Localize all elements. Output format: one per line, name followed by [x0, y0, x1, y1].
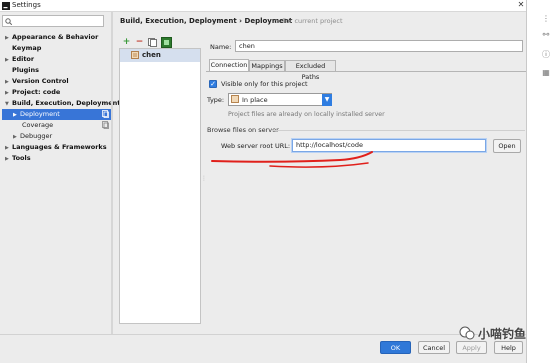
copy-settings-icon — [102, 110, 109, 118]
sidebar-item-build[interactable]: ▼ Build, Execution, Deployment — [5, 98, 120, 109]
section-divider — [272, 130, 525, 131]
tabs-divider — [206, 71, 526, 72]
sidebar-item-tools[interactable]: ▶ Tools — [5, 153, 31, 164]
name-field[interactable]: chen — [235, 40, 523, 52]
chevron-right-icon: ▶ — [5, 57, 9, 63]
sidebar-item-deployment[interactable]: ▶ Deployment — [13, 109, 60, 120]
type-hint: Project files are already on locally ins… — [228, 111, 385, 118]
apply-button[interactable]: Apply — [456, 341, 487, 354]
add-server-icon[interactable]: + — [122, 38, 131, 47]
server-icon — [131, 51, 139, 59]
server-type-icon — [231, 95, 239, 103]
scope-label: ▭ For current project — [274, 17, 343, 25]
type-label: Type: — [207, 96, 225, 104]
sidebar-item-appearance[interactable]: ▶ Appearance & Behavior — [5, 32, 98, 43]
sidebar-item-version-control[interactable]: ▶ Version Control — [5, 76, 69, 87]
close-icon[interactable]: ✕ — [516, 0, 526, 10]
sidebar-item-project[interactable]: ▶ Project: code — [5, 87, 60, 98]
sidebar-splitter[interactable] — [111, 12, 113, 363]
default-server-icon[interactable] — [161, 37, 172, 48]
window-title: Settings — [12, 1, 41, 9]
app-logo-icon — [2, 2, 10, 10]
chevron-right-icon: ▶ — [13, 112, 17, 118]
ok-button[interactable]: OK — [380, 341, 411, 354]
chevron-right-icon: ▶ — [5, 35, 9, 41]
cancel-button[interactable]: Cancel — [418, 341, 450, 354]
sidebar-item-debugger[interactable]: ▶ Debugger — [13, 131, 52, 142]
wechat-logo-icon — [459, 325, 475, 341]
link-icon: ⚯ — [542, 30, 550, 39]
browse-section-title: Browse files on server — [207, 126, 279, 134]
sidebar-item-plugins[interactable]: Plugins — [12, 65, 39, 76]
menu-icon: ⋮ — [542, 14, 550, 23]
resize-handle[interactable]: ⋮ — [201, 175, 207, 185]
sidebar-item-editor[interactable]: ▶ Editor — [5, 54, 34, 65]
help-button[interactable]: Help — [494, 341, 523, 354]
project-scope-icon: ▭ — [274, 17, 283, 25]
visible-only-checkbox[interactable]: ✓ — [209, 80, 217, 88]
server-list — [119, 48, 201, 324]
watermark-text: 小喵钓鱼 — [478, 327, 527, 341]
copy-settings-icon — [102, 121, 109, 129]
annotation-underline — [210, 148, 380, 172]
sidebar-item-keymap[interactable]: Keymap — [12, 43, 41, 54]
breadcrumb: Build, Execution, Deployment › Deploymen… — [120, 17, 293, 25]
sidebar-item-coverage[interactable]: Coverage — [22, 120, 53, 131]
visible-only-label: Visible only for this project — [221, 80, 308, 88]
chevron-right-icon: ▶ — [5, 156, 9, 162]
open-button[interactable]: Open — [493, 139, 521, 153]
type-value: In place — [242, 96, 268, 104]
server-item-label: chen — [142, 51, 161, 59]
chevron-down-icon[interactable]: ▼ — [322, 94, 332, 106]
info-icon: ⓘ — [542, 50, 550, 59]
name-label: Name: — [210, 43, 232, 51]
sidebar-item-languages[interactable]: ▶ Languages & Frameworks — [5, 142, 107, 153]
search-icon — [5, 18, 12, 25]
copy-server-icon[interactable] — [148, 38, 157, 47]
grid-icon: ▦ — [542, 68, 550, 77]
remove-server-icon[interactable]: − — [135, 38, 144, 47]
title-bar — [0, 0, 526, 12]
search-input[interactable] — [2, 15, 104, 27]
